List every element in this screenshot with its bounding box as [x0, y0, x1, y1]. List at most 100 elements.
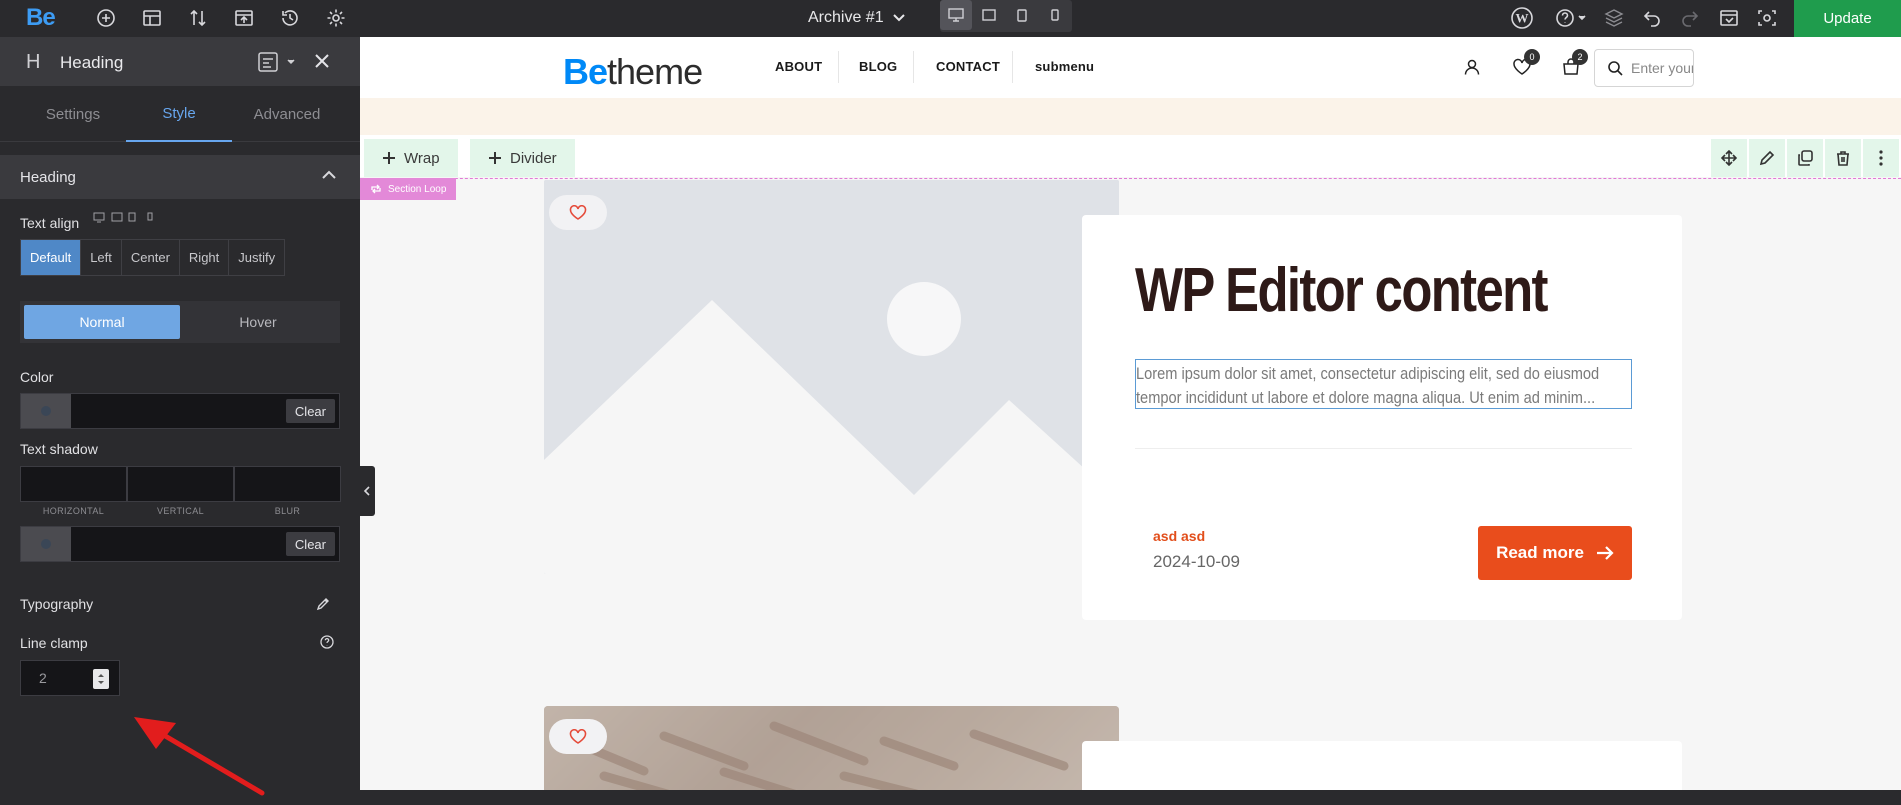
- tablet-view-icon[interactable]: [1006, 0, 1038, 30]
- post-title[interactable]: WP Editor content: [1135, 255, 1548, 326]
- header-spacer-section: [360, 98, 1901, 135]
- post-date: 2024-10-09: [1153, 552, 1240, 571]
- nav-about[interactable]: ABOUT: [775, 59, 822, 74]
- more-options-icon[interactable]: [1863, 139, 1899, 177]
- section-loop-badge[interactable]: Section Loop: [360, 178, 457, 200]
- color-clear-button[interactable]: Clear: [285, 399, 335, 423]
- loop-icon: [371, 184, 381, 194]
- heading-section-header[interactable]: Heading: [0, 155, 360, 199]
- text-shadow-fields: [20, 466, 341, 502]
- line-clamp-input[interactable]: 2: [20, 660, 120, 696]
- search-icon: [1607, 60, 1623, 76]
- shadow-horizontal-label: HORIZONTAL: [42, 506, 105, 516]
- hover-state-button[interactable]: Hover: [180, 305, 336, 339]
- element-options-icon[interactable]: [258, 51, 300, 73]
- shadow-clear-button[interactable]: Clear: [285, 532, 335, 556]
- device-switcher: [940, 0, 1072, 32]
- add-wrap-button[interactable]: Wrap: [364, 139, 458, 177]
- post-author[interactable]: asd asd: [1153, 528, 1205, 544]
- desktop-view-icon[interactable]: [940, 0, 972, 30]
- read-more-label: Read more: [1496, 543, 1584, 562]
- section-title: Heading: [20, 168, 76, 186]
- tab-style[interactable]: Style: [126, 86, 232, 142]
- read-more-button[interactable]: Read more: [1478, 526, 1632, 580]
- user-icon[interactable]: [1459, 54, 1485, 80]
- add-icon[interactable]: [94, 6, 118, 30]
- post-card: WP Editor content Lorem ipsum dolor sit …: [1082, 215, 1682, 620]
- laptop-view-icon[interactable]: [973, 0, 1005, 30]
- nav-blog[interactable]: BLOG: [859, 59, 897, 74]
- shadow-horizontal-input[interactable]: [20, 466, 127, 502]
- align-default-button[interactable]: Default: [21, 240, 82, 275]
- normal-state-button[interactable]: Normal: [24, 305, 180, 339]
- mobile-view-icon[interactable]: [1039, 0, 1071, 30]
- panel-tabs: Settings Style Advanced: [0, 86, 360, 142]
- post-featured-image[interactable]: [544, 706, 1119, 790]
- nav-submenu[interactable]: submenu: [1035, 59, 1094, 74]
- pencil-icon[interactable]: [316, 597, 330, 611]
- add-divider-button[interactable]: Divider: [470, 139, 575, 177]
- site-logo-be: Be: [563, 51, 608, 92]
- favorite-heart-icon[interactable]: [549, 195, 607, 230]
- site-header: Betheme ABOUT BLOG CONTACT submenu 0 2 E…: [360, 37, 1901, 98]
- color-label: Color: [20, 369, 54, 385]
- plus-icon: [489, 152, 501, 164]
- image-placeholder-icon: [544, 180, 1119, 574]
- chevron-down-icon: [892, 11, 906, 25]
- shadow-vertical-input[interactable]: [127, 466, 234, 502]
- align-center-button[interactable]: Center: [122, 240, 180, 275]
- line-clamp-value: 2: [39, 670, 47, 686]
- color-swatch[interactable]: [21, 394, 71, 428]
- help-icon[interactable]: [1554, 6, 1590, 30]
- post-excerpt[interactable]: Lorem ipsum dolor sit amet, consectetur …: [1135, 359, 1632, 409]
- shadow-blur-input[interactable]: [234, 466, 341, 502]
- screenshot-icon[interactable]: [1755, 6, 1779, 30]
- cart-count-badge: 2: [1572, 49, 1588, 65]
- site-logo[interactable]: Betheme: [563, 51, 703, 93]
- line-clamp-label: Line clamp: [20, 635, 88, 651]
- plus-icon: [383, 152, 395, 164]
- preview-window-icon[interactable]: [1717, 6, 1741, 30]
- post-card: [1082, 741, 1682, 790]
- collapse-panel-handle[interactable]: [359, 466, 375, 516]
- duplicate-section-icon[interactable]: [1787, 139, 1823, 177]
- layers-icon[interactable]: [1602, 6, 1626, 30]
- number-stepper[interactable]: [93, 669, 109, 689]
- update-button[interactable]: Update: [1794, 0, 1901, 37]
- site-logo-theme: theme: [607, 51, 703, 92]
- shadow-color-swatch[interactable]: [21, 527, 71, 561]
- close-icon[interactable]: [314, 53, 330, 69]
- wordpress-icon[interactable]: W: [1510, 6, 1534, 30]
- shadow-color-field[interactable]: Clear: [20, 526, 340, 562]
- undo-icon[interactable]: [1640, 6, 1664, 30]
- site-search-box[interactable]: Enter your search: [1594, 49, 1694, 87]
- settings-gear-icon[interactable]: [324, 6, 348, 30]
- nav-divider: [838, 51, 839, 83]
- edit-section-icon[interactable]: [1749, 139, 1785, 177]
- favorite-heart-icon[interactable]: [549, 719, 607, 754]
- tab-settings[interactable]: Settings: [18, 86, 128, 142]
- template-icon[interactable]: [232, 6, 256, 30]
- svg-text:W: W: [1516, 11, 1529, 26]
- redo-icon[interactable]: [1678, 6, 1702, 30]
- tab-advanced[interactable]: Advanced: [232, 86, 342, 142]
- nav-contact[interactable]: CONTACT: [936, 59, 1000, 74]
- align-justify-button[interactable]: Justify: [229, 240, 284, 275]
- post-featured-image-placeholder[interactable]: [544, 180, 1119, 574]
- help-circle-icon[interactable]: [320, 635, 334, 649]
- chevron-up-icon[interactable]: [322, 170, 336, 180]
- color-field[interactable]: Clear: [20, 393, 340, 429]
- move-section-icon[interactable]: [1711, 139, 1747, 177]
- history-icon[interactable]: [278, 6, 302, 30]
- sort-icon[interactable]: [186, 6, 210, 30]
- responsive-devices-icon[interactable]: [92, 211, 156, 223]
- element-settings-panel: H Heading Settings Style Advanced Headin…: [0, 37, 360, 796]
- app-logo[interactable]: Be: [26, 4, 56, 32]
- align-left-button[interactable]: Left: [81, 240, 122, 275]
- document-title-dropdown[interactable]: Archive #1: [808, 6, 906, 30]
- align-right-button[interactable]: Right: [180, 240, 230, 275]
- structure-icon[interactable]: [140, 6, 164, 30]
- state-toggle: Normal Hover: [20, 301, 340, 343]
- delete-section-icon[interactable]: [1825, 139, 1861, 177]
- preview-canvas: Betheme ABOUT BLOG CONTACT submenu 0 2 E…: [360, 37, 1901, 790]
